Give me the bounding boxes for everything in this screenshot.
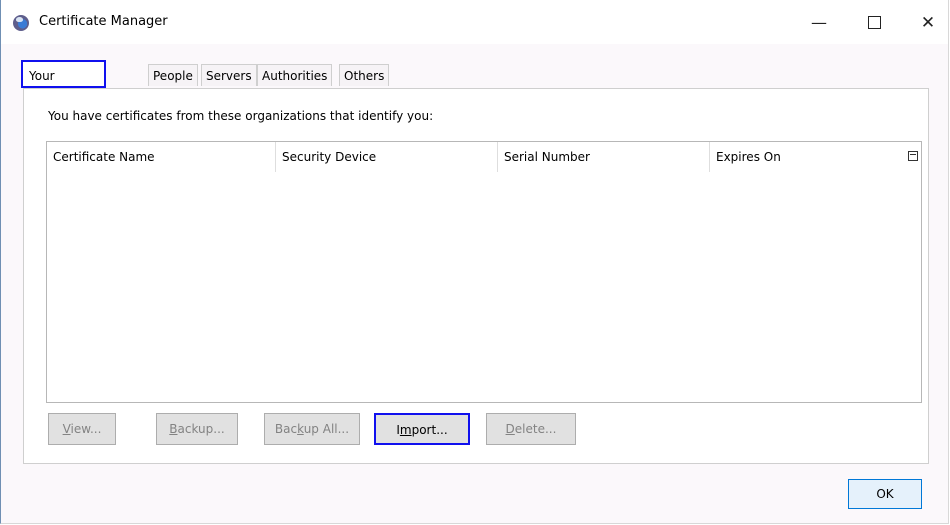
backup-button[interactable]: Backup...: [156, 413, 238, 445]
certificate-manager-window: Certificate Manager — ✕ Your Certificate…: [0, 0, 949, 524]
panel-description: You have certificates from these organiz…: [48, 109, 434, 123]
backup-button-label-post: ackup...: [177, 422, 225, 436]
view-button[interactable]: View...: [48, 413, 116, 445]
backup-button-accesskey: B: [169, 422, 178, 436]
delete-button-label-post: elete...: [514, 422, 557, 436]
delete-button[interactable]: Delete...: [486, 413, 576, 445]
column-header-serial-number[interactable]: Serial Number: [498, 142, 710, 172]
column-header-security-device[interactable]: Security Device: [276, 142, 498, 172]
minimize-button[interactable]: —: [797, 8, 841, 38]
app-logo-icon: [13, 15, 29, 31]
backup-all-button-accesskey: k: [297, 422, 304, 436]
maximize-icon: [867, 16, 881, 29]
view-button-accesskey: V: [62, 422, 71, 436]
delete-button-accesskey: D: [505, 422, 515, 436]
column-header-expires-on[interactable]: Expires On: [710, 142, 905, 172]
column-header-certificate-name[interactable]: Certificate Name: [47, 142, 276, 172]
maximize-button[interactable]: [852, 8, 896, 38]
close-button[interactable]: ✕: [906, 8, 950, 38]
column-picker-icon[interactable]: [908, 151, 918, 161]
backup-all-button-label-pre: Bac: [274, 422, 298, 436]
table-header: Certificate Name Security Device Serial …: [47, 142, 921, 172]
your-certificates-panel: You have certificates from these organiz…: [23, 88, 929, 464]
ok-button[interactable]: OK: [848, 479, 922, 509]
title-bar[interactable]: Certificate Manager — ✕: [1, 0, 948, 44]
tab-servers[interactable]: Servers: [201, 64, 257, 86]
backup-all-button-label-post: up All...: [303, 422, 350, 436]
backup-all-button[interactable]: Backup All...: [264, 413, 360, 445]
import-button-accesskey: m: [399, 423, 412, 437]
certificates-table[interactable]: Certificate Name Security Device Serial …: [46, 141, 922, 403]
import-button-label-post: port...: [411, 423, 448, 437]
window-title: Certificate Manager: [39, 14, 168, 29]
tab-people[interactable]: People: [148, 64, 198, 86]
tab-others[interactable]: Others: [339, 64, 390, 86]
import-button[interactable]: Import...: [374, 413, 470, 445]
tab-your-certificates[interactable]: Your Certificates: [21, 60, 106, 111]
view-button-label-post: iew...: [70, 422, 102, 436]
tab-authorities[interactable]: Authorities: [257, 64, 333, 86]
